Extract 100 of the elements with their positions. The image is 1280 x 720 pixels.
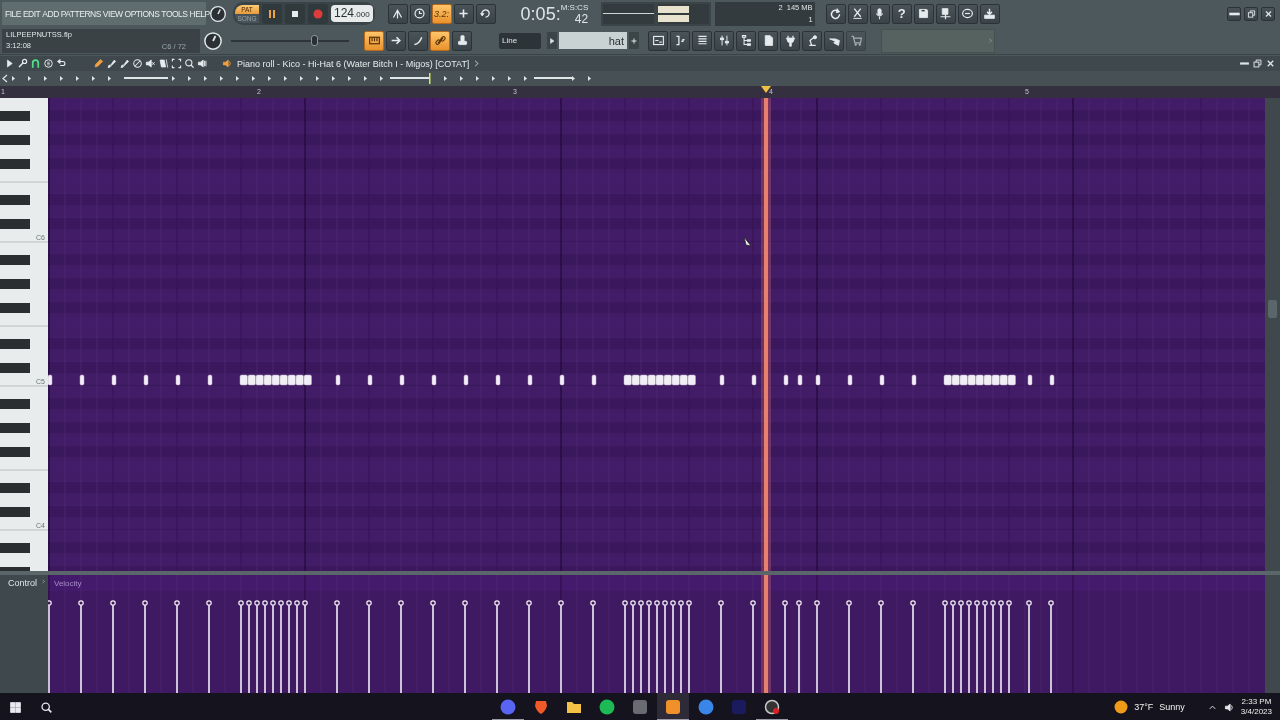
scissors-icon [851, 7, 865, 20]
close-button[interactable] [1261, 6, 1275, 21]
restore-button[interactable] [1244, 6, 1258, 21]
help-button[interactable]: ? [891, 3, 912, 24]
countdown-button[interactable]: 3.2: [431, 3, 452, 24]
download-icon [983, 7, 997, 20]
draw-tool[interactable] [93, 58, 104, 69]
record-audio-button[interactable] [869, 3, 890, 24]
stop-button[interactable] [285, 3, 305, 24]
refresh-icon [829, 7, 843, 20]
menu-item[interactable]: VIEW [102, 8, 123, 19]
paint-tool[interactable] [106, 58, 117, 69]
restore-button[interactable] [1252, 58, 1263, 69]
mixer-button[interactable] [714, 30, 734, 51]
menu-item[interactable]: HELP [189, 8, 210, 19]
loop-icon [479, 7, 493, 20]
speaker-icon [1223, 701, 1235, 713]
slider-thumb[interactable] [310, 35, 318, 46]
save-button[interactable] [913, 3, 934, 24]
minimize-button[interactable] [1227, 6, 1241, 21]
master-volume-knob[interactable] [209, 4, 227, 23]
scrollbar-track[interactable] [1265, 575, 1280, 693]
taskbar-app[interactable] [657, 693, 689, 720]
menu-item[interactable]: FILE [5, 8, 21, 19]
windows-logo-icon [9, 700, 22, 714]
menu-item[interactable]: PATTERNS [60, 8, 101, 19]
tools-button[interactable] [17, 58, 28, 69]
browser-search-field[interactable]: hat [559, 32, 627, 49]
notes-drawing[interactable] [48, 374, 1055, 386]
hand-button[interactable] [824, 30, 844, 51]
steps-icon [673, 34, 687, 47]
restore-icon [1252, 58, 1263, 69]
chat-button[interactable] [957, 3, 978, 24]
velocity-grid[interactable] [48, 575, 1265, 693]
options-menu-button[interactable] [4, 58, 15, 69]
zoom-icon [184, 58, 195, 69]
slide-button[interactable] [408, 30, 428, 51]
link-button[interactable] [430, 30, 450, 51]
weather-sun-icon [1114, 700, 1129, 714]
typing-keyboard-button[interactable] [364, 30, 384, 51]
slice-tool[interactable] [158, 58, 169, 69]
snap-dropdown[interactable]: Line [499, 32, 541, 49]
weather-condition[interactable]: Sunny [1159, 702, 1185, 712]
select-tool[interactable] [171, 58, 182, 69]
step-button[interactable] [386, 30, 406, 51]
channel-rack-button[interactable] [692, 30, 712, 51]
search-icon [40, 700, 53, 714]
paint-drums-tool[interactable] [119, 58, 130, 69]
search-button[interactable] [40, 700, 53, 714]
pencil-cursor-icon [743, 236, 752, 247]
menu-item[interactable]: TOOLS [161, 8, 188, 19]
circle-icon [43, 58, 54, 69]
browser-button[interactable] [736, 30, 756, 51]
cut-button[interactable] [847, 3, 868, 24]
folder-icon [566, 699, 582, 715]
volume-button[interactable] [1223, 701, 1235, 713]
snap-magnet-button[interactable] [30, 58, 41, 69]
stamp-icon [455, 34, 469, 47]
metronome-button[interactable] [387, 3, 408, 24]
clock-date[interactable]: 3/4/2023 [1240, 707, 1272, 717]
clock-time[interactable]: 2:33 PM [1241, 697, 1272, 707]
lamp-button[interactable] [802, 30, 822, 51]
tempo-field[interactable]: 124.000 [331, 5, 373, 22]
step-sequencer-button[interactable] [670, 30, 690, 51]
export-button[interactable] [935, 3, 956, 24]
playlist-button[interactable] [648, 30, 668, 51]
master-pitch-knob[interactable] [203, 30, 223, 51]
download-button[interactable] [979, 3, 1000, 24]
select-icon [171, 58, 182, 69]
clip-button[interactable] [758, 30, 778, 51]
rack-icon [695, 34, 709, 47]
plug-icon [783, 34, 797, 47]
plugin-button[interactable] [780, 30, 800, 51]
brush-icon [106, 58, 117, 69]
pause-button[interactable] [262, 3, 282, 24]
scrollbar-thumb[interactable] [1268, 299, 1277, 318]
control-label[interactable]: Control [8, 578, 37, 588]
cart-button[interactable] [846, 30, 866, 51]
menu-item[interactable]: OPTIONS [124, 8, 160, 19]
stamp-button[interactable] [452, 30, 472, 51]
menu-button[interactable] [43, 58, 54, 69]
close-button[interactable] [1265, 58, 1276, 69]
music-app-icon [599, 699, 615, 715]
zoom-tool[interactable] [184, 58, 195, 69]
reset-button[interactable] [825, 3, 846, 24]
menu-item[interactable]: ADD [42, 8, 59, 19]
undo-button[interactable] [56, 58, 67, 69]
search-add-button[interactable] [629, 32, 639, 49]
mute-icon [145, 58, 156, 69]
search-menu-button[interactable] [547, 32, 557, 49]
mute-tool[interactable] [145, 58, 156, 69]
speaker-icon [222, 58, 233, 69]
wait-button[interactable] [409, 3, 430, 24]
step-edit-button[interactable] [453, 3, 474, 24]
weather-temperature[interactable]: 37°F [1134, 702, 1154, 712]
menu-item[interactable]: EDIT [22, 8, 41, 19]
start-button[interactable] [9, 700, 22, 714]
loop-record-button[interactable] [475, 3, 496, 24]
velocity-stems-drawing[interactable] [48, 600, 1054, 693]
playback-tool[interactable] [197, 58, 208, 69]
